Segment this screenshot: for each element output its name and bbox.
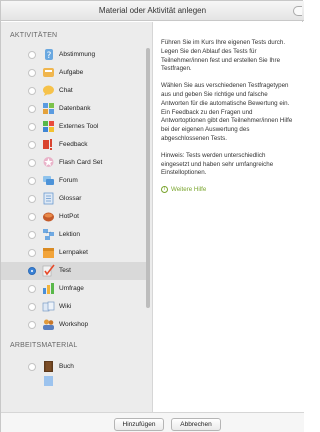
close-icon[interactable] [293,6,302,16]
file-icon [41,373,56,388]
option-label: Wiki [59,303,72,310]
option-forum[interactable]: Forum [1,172,146,190]
option-label: HotPot [59,213,79,220]
radio-button[interactable] [28,303,36,311]
option-chat[interactable]: Chat [1,82,146,100]
option-externes-tool[interactable]: Externes Tool [1,118,146,136]
option-label: Lektion [59,231,80,238]
module-description: Führen Sie im Kurs Ihre eigenen Tests du… [161,39,304,194]
forum-icon [41,173,56,188]
radio-button[interactable] [28,159,36,167]
option-glossar[interactable]: Glossar [1,190,146,208]
radio-button[interactable] [28,123,36,131]
description-paragraph: Führen Sie im Kurs Ihre eigenen Tests du… [161,39,286,73]
option-buch[interactable]: Buch [1,358,146,376]
option-label: Feedback [59,141,88,148]
option-label: Umfrage [59,285,84,292]
option-flash-card-set[interactable]: Flash Card Set [1,154,146,172]
option-partial [1,375,146,386]
chat-icon [41,83,56,98]
description-paragraph: Hinweis: Tests werden unterschiedlich ei… [161,151,274,177]
option-wiki[interactable]: Wiki [1,298,146,316]
option-test[interactable]: Test [1,262,146,280]
glossary-icon [41,191,56,206]
add-activity-dialog: Material oder Aktivität anlegen AKTIVITÄ… [0,0,304,432]
feedback-icon [41,137,56,152]
radio-button[interactable] [28,177,36,185]
more-help-label[interactable]: Weitere Hilfe [171,186,206,193]
assignment-icon [41,65,56,80]
survey-icon [41,281,56,296]
hotpot-icon [41,209,56,224]
database-icon [41,101,56,116]
option-feedback[interactable]: Feedback [1,136,146,154]
help-description-pane: Führen Sie im Kurs Ihre eigenen Tests du… [154,22,304,412]
flashcard-icon [41,155,56,170]
radio-button[interactable] [28,105,36,113]
add-button[interactable]: Hinzufügen [114,418,164,431]
lesson-icon [41,227,56,242]
option-workshop[interactable]: Workshop [1,316,146,334]
section-heading-resources: ARBEITSMATERIAL [10,342,78,349]
radio-button[interactable] [28,141,36,149]
option-label: Buch [59,363,74,370]
radio-button[interactable] [28,87,36,95]
radio-button[interactable] [28,51,36,59]
list-scrollbar[interactable] [146,48,150,308]
book-icon [41,359,56,374]
option-label: Externes Tool [59,123,99,130]
package-icon [41,245,56,260]
option-hotpot[interactable]: HotPot [1,208,146,226]
cancel-button[interactable]: Abbrechen [171,418,221,431]
option-abstimmung[interactable]: ? Abstimmung [1,46,146,64]
option-label: Datenbank [59,105,91,112]
radio-button[interactable] [28,195,36,203]
radio-button[interactable] [28,69,36,77]
radio-button[interactable] [28,321,36,329]
radio-button[interactable] [28,363,36,371]
section-heading-activities: AKTIVITÄTEN [10,32,58,39]
dialog-titlebar: Material oder Aktivität anlegen [1,1,304,21]
option-label: Lernpaket [59,249,88,256]
help-icon: i [161,186,168,194]
option-label: Aufgabe [59,69,84,76]
dialog-footer: Hinzufügen Abbrechen [1,412,304,432]
option-label: Glossar [59,195,82,202]
option-aufgabe[interactable]: Aufgabe [1,64,146,82]
radio-button[interactable] [28,213,36,221]
option-lernpaket[interactable]: Lernpaket [1,244,146,262]
svg-text:?: ? [46,51,51,61]
option-datenbank[interactable]: Datenbank [1,100,146,118]
dialog-title: Material oder Aktivität anlegen [98,6,207,15]
option-umfrage[interactable]: Umfrage [1,280,146,298]
option-label: Chat [59,87,73,94]
option-label: Abstimmung [59,51,96,58]
description-paragraph: Wählen Sie aus verschiedenen Testfragety… [161,82,293,142]
quiz-icon [41,263,56,278]
wiki-icon [41,299,56,314]
radio-button[interactable] [28,231,36,239]
radio-button[interactable] [28,267,36,275]
more-help-link[interactable]: i Weitere Hilfe [161,186,304,194]
radio-button[interactable] [28,285,36,293]
option-lektion[interactable]: Lektion [1,226,146,244]
option-label: Workshop [59,321,89,328]
puzzle-icon [41,119,56,134]
workshop-icon [41,317,56,332]
poll-icon: ? [41,47,56,62]
module-chooser-list: AKTIVITÄTEN ? Abstimmung Aufgabe Chat Da… [1,22,153,412]
radio-button[interactable] [28,249,36,257]
option-label: Test [59,267,71,274]
option-label: Forum [59,177,78,184]
option-label: Flash Card Set [59,159,103,166]
